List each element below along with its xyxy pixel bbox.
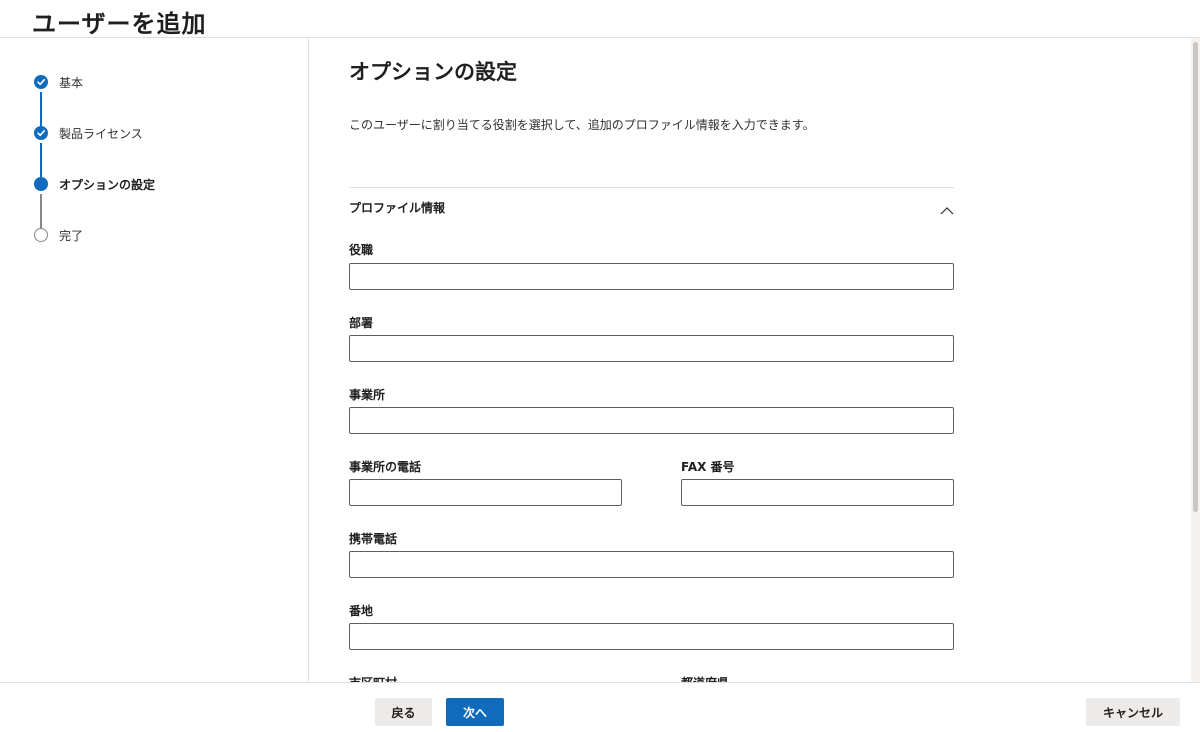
department-input[interactable] <box>349 335 954 362</box>
step-label: 基本 <box>59 75 84 90</box>
empty-circle-icon <box>34 228 48 242</box>
section-description: このユーザーに割り当てる役割を選択して、追加のプロファイル情報を入力できます。 <box>349 118 815 132</box>
cancel-button[interactable]: キャンセル <box>1086 698 1180 726</box>
city-label: 市区町村 <box>349 674 397 682</box>
step-label: 製品ライセンス <box>59 126 143 141</box>
fax-label: FAX 番号 <box>681 460 735 474</box>
step-optional-settings[interactable]: オプションの設定 <box>34 174 155 194</box>
profile-info-header[interactable]: プロファイル情報 <box>349 199 445 216</box>
street-address-label: 番地 <box>349 604 374 618</box>
step-label: 完了 <box>59 228 84 243</box>
street-address-input[interactable] <box>349 623 954 650</box>
department-label: 部署 <box>349 316 374 330</box>
step-product-license[interactable]: 製品ライセンス <box>34 123 143 143</box>
office-label: 事業所 <box>349 388 386 402</box>
vertical-scrollbar[interactable] <box>1191 38 1200 682</box>
checkmark-circle-icon <box>34 75 48 89</box>
wizard-steps-pane: 基本 製品ライセンス オプションの設定 完了 <box>0 38 309 682</box>
scrollbar-thumb[interactable] <box>1193 42 1198 512</box>
office-input[interactable] <box>349 407 954 434</box>
section-heading: オプションの設定 <box>349 60 517 84</box>
back-button[interactable]: 戻る <box>375 698 432 726</box>
fax-input[interactable] <box>681 479 954 506</box>
job-title-input[interactable] <box>349 263 954 290</box>
office-phone-label: 事業所の電話 <box>349 460 422 474</box>
office-phone-input[interactable] <box>349 479 622 506</box>
step-finish: 完了 <box>34 225 83 245</box>
step-label: オプションの設定 <box>59 177 156 192</box>
chevron-up-icon[interactable] <box>940 201 954 215</box>
checkmark-circle-icon <box>34 126 48 140</box>
filled-circle-icon <box>34 177 48 191</box>
page-title: ユーザーを追加 <box>32 10 207 38</box>
section-divider <box>349 187 954 188</box>
state-label: 都道府県 <box>681 674 729 682</box>
step-basics[interactable]: 基本 <box>34 72 83 92</box>
wizard-footer: 戻る 次へ キャンセル <box>0 682 1200 732</box>
job-title-label: 役職 <box>349 243 374 257</box>
mobile-phone-label: 携帯電話 <box>349 532 398 546</box>
mobile-phone-input[interactable] <box>349 551 954 578</box>
next-button[interactable]: 次へ <box>446 698 504 726</box>
main-content: オプションの設定 このユーザーに割り当てる役割を選択して、追加のプロファイル情報… <box>349 38 954 682</box>
